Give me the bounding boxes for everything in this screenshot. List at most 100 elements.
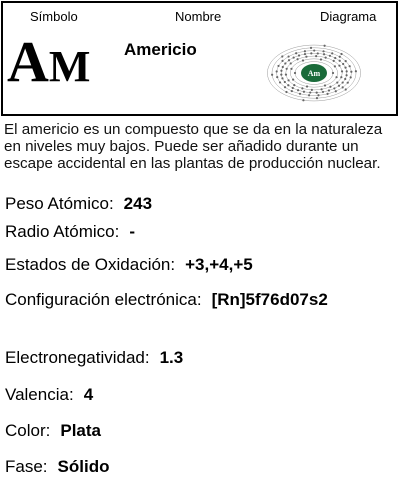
electron xyxy=(321,90,325,94)
electron xyxy=(348,65,351,68)
property-electronegatividad: Electronegatividad: 1.3 xyxy=(5,348,183,368)
property-label: Configuración electrónica: xyxy=(5,290,202,309)
electron xyxy=(315,91,318,94)
electron xyxy=(293,71,297,75)
property-value: [Rn]5f76d07s2 xyxy=(211,290,328,309)
electron xyxy=(345,70,348,73)
electron xyxy=(281,77,284,80)
electron xyxy=(281,59,284,62)
electron xyxy=(309,46,313,49)
electron xyxy=(281,65,284,69)
electron xyxy=(336,81,339,84)
electron xyxy=(324,56,327,59)
property-value: 243 xyxy=(123,194,153,213)
electron xyxy=(344,59,347,63)
electron xyxy=(295,52,298,55)
electron xyxy=(323,84,327,87)
electron xyxy=(344,77,347,81)
electron xyxy=(307,94,311,97)
electron xyxy=(303,52,307,56)
electron xyxy=(317,94,320,97)
electron xyxy=(297,54,301,57)
electron xyxy=(340,76,343,79)
property-estados-oxidacion: Estados de Oxidación: +3,+4,+5 xyxy=(5,255,253,275)
electron xyxy=(320,88,323,91)
property-radio-atomico: Radio Atómico: - xyxy=(5,222,135,242)
electron xyxy=(287,84,290,87)
electron xyxy=(298,92,302,95)
electron xyxy=(338,59,341,62)
electron xyxy=(333,65,336,68)
electron xyxy=(302,90,306,93)
electron xyxy=(280,73,283,76)
property-label: Electronegatividad: xyxy=(5,348,150,367)
electron xyxy=(287,55,290,58)
electron xyxy=(313,49,316,52)
simbolo-header: Símbolo xyxy=(30,9,78,24)
electron xyxy=(289,62,292,65)
electron xyxy=(276,75,279,79)
electron xyxy=(315,55,318,58)
electron xyxy=(326,92,329,96)
electron xyxy=(285,90,288,94)
element-description: El americio es un compuesto que se da en… xyxy=(4,121,383,172)
electron xyxy=(329,85,332,88)
element-card: Símbolo Nombre Diagrama AM Americio Am xyxy=(1,1,398,116)
electron xyxy=(283,86,287,89)
electron xyxy=(285,67,288,70)
property-configuracion-electronica: Configuración electrónica: [Rn]5f76d07s2 xyxy=(5,290,328,310)
electron xyxy=(278,81,282,84)
electron xyxy=(350,70,353,73)
electron xyxy=(310,88,313,91)
property-color: Color: Plata xyxy=(5,421,101,441)
electron xyxy=(344,66,347,69)
electron xyxy=(334,56,337,60)
electron xyxy=(323,44,326,47)
electron xyxy=(301,59,305,62)
element-symbol-rest: M xyxy=(48,42,91,91)
property-value: 1.3 xyxy=(159,348,184,367)
electron xyxy=(340,70,344,73)
electron xyxy=(322,50,325,53)
property-peso-atomico: Peso Atómico: 243 xyxy=(5,194,152,214)
electron xyxy=(302,99,305,102)
electron xyxy=(332,59,335,63)
electron xyxy=(280,69,283,72)
electron xyxy=(319,58,323,61)
electron xyxy=(287,59,291,62)
electron xyxy=(334,90,337,93)
electron xyxy=(305,55,308,58)
electron xyxy=(338,64,341,67)
electron xyxy=(284,73,288,76)
electron xyxy=(340,52,343,56)
electron xyxy=(341,86,344,89)
property-label: Valencia: xyxy=(5,385,74,404)
element-symbol: AM xyxy=(7,33,90,91)
electron xyxy=(310,52,313,55)
property-valencia: Valencia: 4 xyxy=(5,385,93,405)
electron xyxy=(292,56,295,59)
electron xyxy=(281,55,284,58)
property-label: Fase: xyxy=(5,457,48,476)
electron xyxy=(344,88,347,91)
electron xyxy=(354,70,357,73)
property-value: - xyxy=(129,222,136,241)
electron xyxy=(322,53,326,56)
property-fase: Fase: Sólido xyxy=(5,457,109,477)
property-value: 4 xyxy=(83,385,94,404)
property-label: Radio Atómico: xyxy=(5,222,120,241)
electron xyxy=(327,89,331,92)
electron xyxy=(283,80,286,84)
electron xyxy=(301,87,304,90)
property-value: Plata xyxy=(60,421,101,440)
property-label: Peso Atómico: xyxy=(5,194,114,213)
electron xyxy=(337,84,341,87)
electron xyxy=(303,50,307,53)
electron xyxy=(290,67,293,70)
electron xyxy=(338,55,341,58)
electron xyxy=(296,89,300,92)
electron xyxy=(271,73,274,76)
atom-diagram: Am xyxy=(267,44,361,102)
diagrama-header: Diagrama xyxy=(320,9,377,24)
property-value: Sólido xyxy=(57,457,110,476)
